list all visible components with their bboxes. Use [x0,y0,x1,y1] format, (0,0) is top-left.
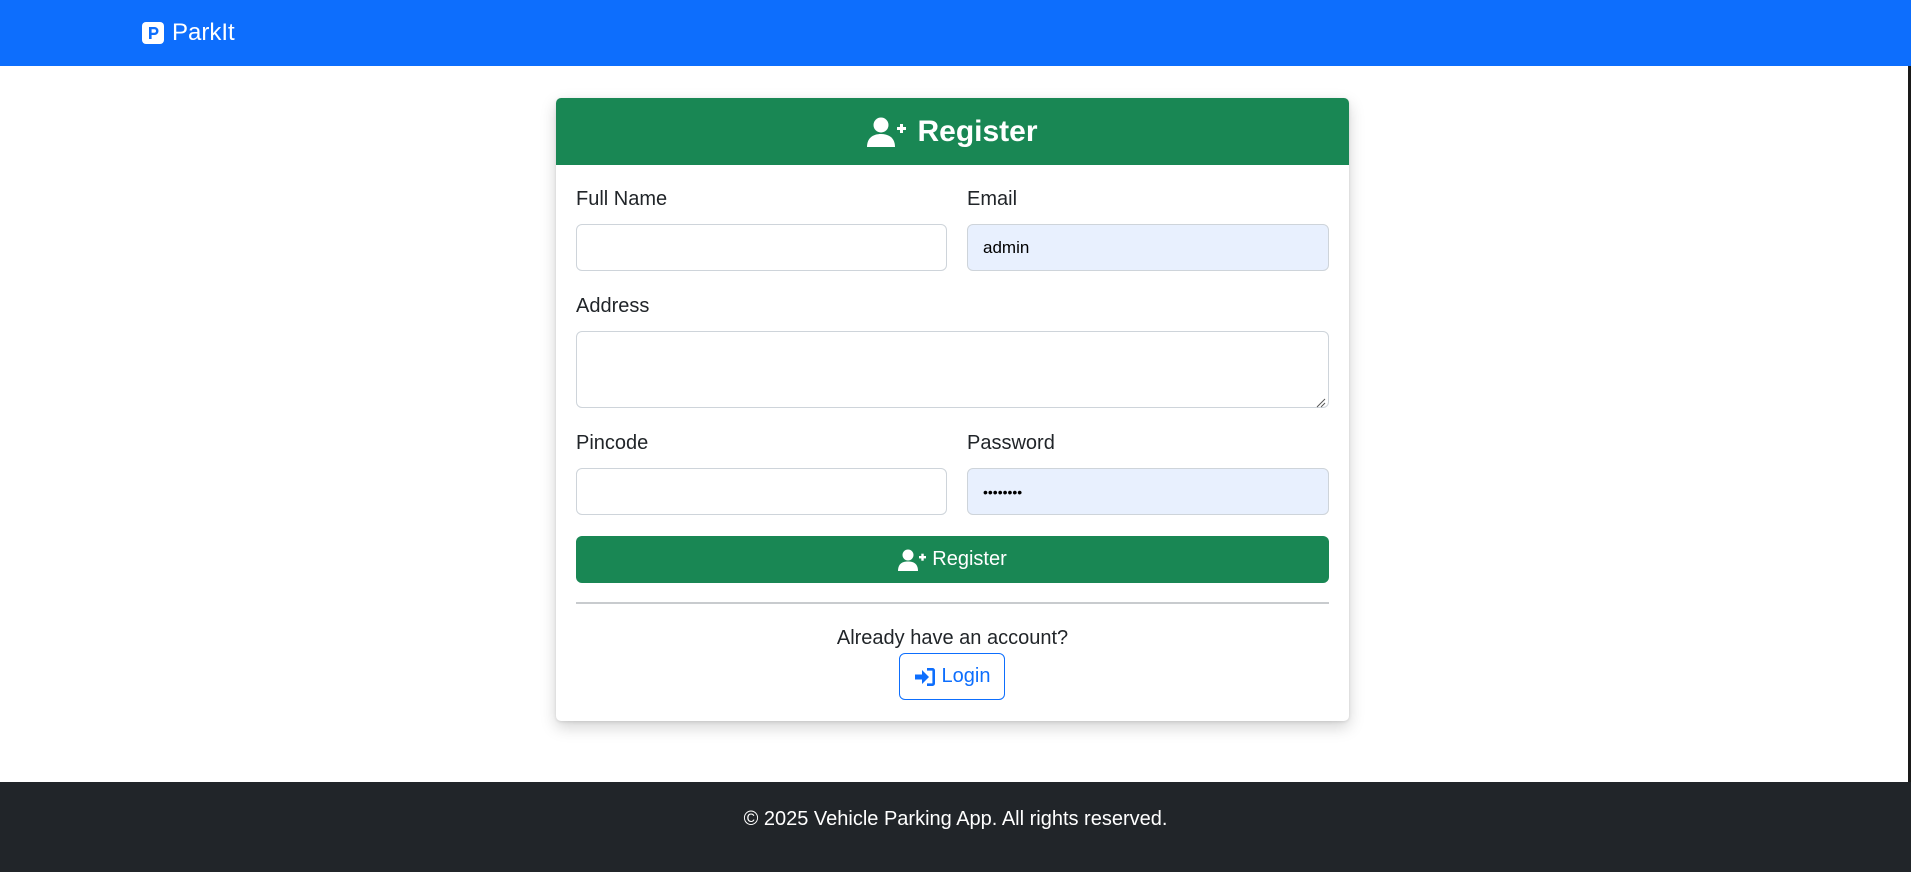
login-button-label: Login [941,665,991,687]
full-name-label: Full Name [576,188,668,210]
password-label: Password [967,432,1055,454]
password-input[interactable]: •••••••• [967,468,1329,515]
footer: © 2025 Vehicle Parking App. All rights r… [0,782,1911,872]
user-plus-icon [898,548,927,572]
divider [576,602,1329,604]
top-navbar: ParkIt [0,0,1911,66]
resize-handle-icon[interactable] [1316,395,1326,408]
email-label: Email [967,188,1018,210]
email-input[interactable]: admin [967,224,1329,271]
login-button[interactable]: Login [899,653,1005,700]
full-name-input[interactable] [576,224,947,271]
register-button[interactable]: Register [576,536,1329,583]
register-card: Register Full Name Email admin Address P… [556,98,1349,721]
address-label: Address [576,295,650,317]
sign-in-icon [914,666,936,688]
card-header: Register [556,98,1349,165]
pincode-label: Pincode [576,432,649,454]
register-button-label: Register [932,548,1007,570]
pincode-input[interactable] [576,468,947,515]
login-prompt-text: Already have an account? [836,627,1069,649]
page: ParkIt Register Full Name Email admin Ad… [0,0,1911,872]
footer-copyright: © 2025 Vehicle Parking App. All rights r… [743,807,1168,830]
address-textarea[interactable] [576,331,1329,408]
brand-link[interactable]: ParkIt [142,19,235,47]
user-plus-icon [867,116,907,148]
card-title: Register [917,114,1038,148]
brand-name: ParkIt [172,19,235,46]
parking-p-icon [142,22,164,44]
